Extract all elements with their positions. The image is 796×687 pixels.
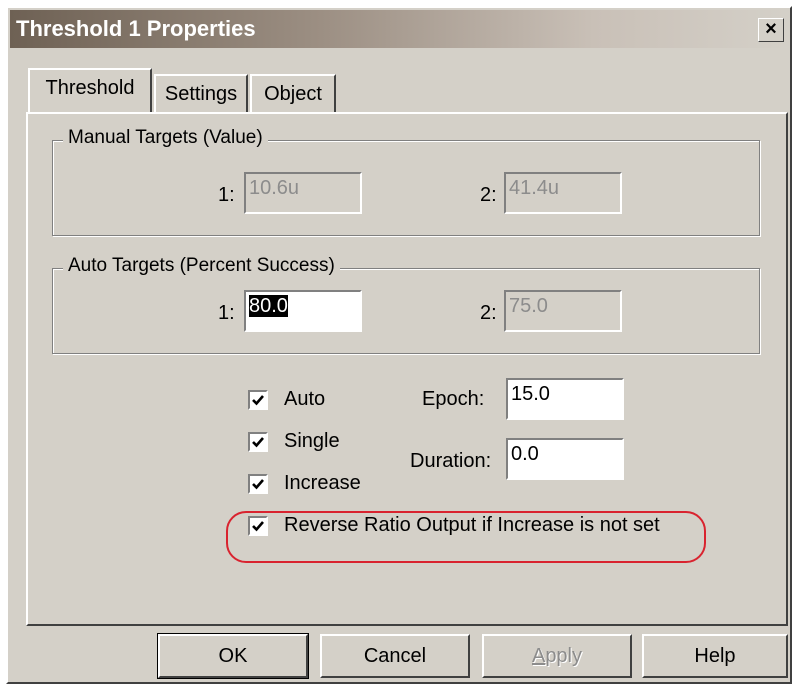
apply-button-mnemonic: A [531,645,546,667]
auto-targets-legend: Auto Targets (Percent Success) [63,255,340,277]
apply-button-label: pply [545,645,583,667]
tab-threshold[interactable]: Threshold [28,68,152,112]
apply-button[interactable]: Apply [482,634,632,678]
help-button[interactable]: Help [642,634,788,678]
cancel-button-label: Cancel [363,645,427,667]
increase-checkbox-label[interactable]: Increase [284,472,361,495]
tab-object[interactable]: Object [250,74,336,112]
tab-threshold-label: Threshold [45,77,135,99]
epoch-field[interactable]: 15.0 [506,378,624,420]
tab-settings-label: Settings [164,83,238,105]
title-bar[interactable]: Threshold 1 Properties × [10,10,788,48]
auto-target-1-label: 1: [218,302,235,324]
manual-target-1-label: 1: [218,184,235,206]
manual-targets-legend: Manual Targets (Value) [63,127,268,149]
duration-label: Duration: [410,450,492,472]
increase-checkbox[interactable] [248,474,268,494]
checkmark-icon [252,395,264,406]
auto-target-1-value: 80.0 [249,295,288,317]
manual-target-2-value: 41.4u [509,177,560,199]
manual-target-2-label: 2: [480,184,497,206]
manual-target-1-value: 10.6u [249,177,300,199]
help-button-label: Help [694,645,736,667]
manual-target-2-field[interactable]: 41.4u [504,172,622,214]
single-checkbox[interactable] [248,432,268,452]
manual-targets-group: Manual Targets (Value) [52,127,760,236]
epoch-value: 15.0 [511,383,550,405]
single-checkbox-label[interactable]: Single [284,430,340,453]
auto-target-2-field[interactable]: 75.0 [504,290,622,332]
tab-settings[interactable]: Settings [154,74,248,112]
ok-button-label: OK [218,645,248,667]
auto-targets-group: Auto Targets (Percent Success) [52,255,760,354]
ok-button[interactable]: OK [157,633,309,679]
auto-checkbox[interactable] [248,390,268,410]
auto-target-1-field[interactable]: 80.0 [244,290,362,332]
auto-target-2-value: 75.0 [509,295,548,317]
close-icon: × [765,18,777,40]
properties-dialog: Threshold 1 Properties × Threshold Setti… [6,6,792,684]
duration-value: 0.0 [511,443,539,465]
cancel-button[interactable]: Cancel [320,634,470,678]
auto-target-2-label: 2: [480,302,497,324]
tab-object-label: Object [264,83,322,105]
manual-target-1-field[interactable]: 10.6u [244,172,362,214]
duration-field[interactable]: 0.0 [506,438,624,480]
checkmark-icon [252,479,264,490]
epoch-label: Epoch: [422,388,485,410]
dialog-title: Threshold 1 Properties [16,16,256,41]
auto-checkbox-label[interactable]: Auto [284,388,325,411]
checkmark-icon [252,437,264,448]
highlight-annotation-ring [226,511,706,563]
close-button[interactable]: × [758,18,784,42]
